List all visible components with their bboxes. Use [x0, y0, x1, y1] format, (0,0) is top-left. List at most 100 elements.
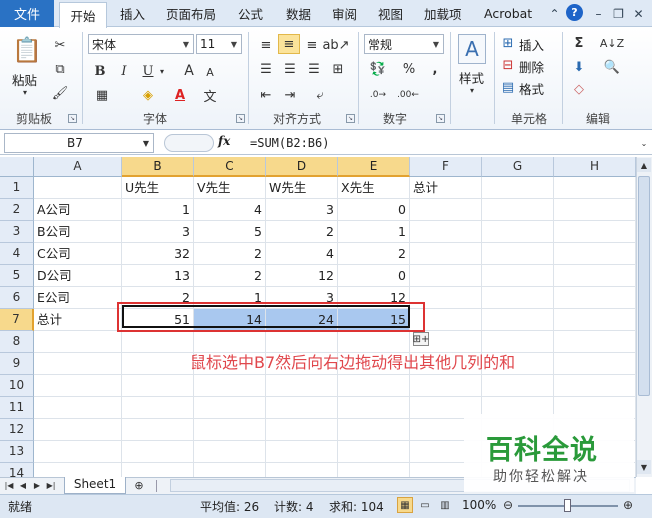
row-header-5[interactable]: 5 — [0, 265, 34, 287]
normal-view-icon[interactable]: ▦ — [397, 497, 413, 513]
font-size-combo[interactable]: 11 ▼ — [196, 34, 242, 54]
cell-d4[interactable]: 4 — [266, 243, 338, 265]
copy-icon[interactable]: ⧉ — [50, 60, 70, 78]
cell-b4[interactable]: 32 — [122, 243, 194, 265]
cell-d12[interactable] — [266, 419, 338, 441]
tab-insert[interactable]: 插入 — [114, 0, 151, 27]
cell-d3[interactable]: 2 — [266, 221, 338, 243]
cell-c10[interactable] — [194, 375, 266, 397]
zoom-out-icon[interactable]: ⊖ — [500, 497, 516, 513]
tab-home[interactable]: 开始 — [59, 2, 107, 28]
next-sheet-icon[interactable]: ▶ — [32, 478, 42, 492]
align-bottom-icon[interactable]: ≡ — [302, 36, 322, 54]
fill-icon[interactable]: ⬇ — [570, 58, 588, 76]
tab-data[interactable]: 数据 — [280, 0, 317, 27]
cell-a7[interactable]: 总计 — [34, 309, 122, 331]
insert-function-button[interactable]: fx — [218, 134, 238, 152]
underline-dropdown-icon[interactable]: ▾ — [157, 62, 167, 80]
paste-icon[interactable]: 📋 — [10, 34, 44, 66]
row-header-6[interactable]: 6 — [0, 287, 34, 309]
cell-a1[interactable] — [34, 177, 122, 199]
grow-font-button[interactable]: A — [180, 62, 198, 80]
cell-h9[interactable] — [554, 353, 636, 375]
cell-b13[interactable] — [122, 441, 194, 463]
number-format-combo[interactable]: 常规 ▼ — [364, 34, 444, 54]
tab-file[interactable]: 文件 — [0, 0, 54, 27]
align-middle-icon[interactable]: ≡ — [278, 34, 300, 54]
row-header-2[interactable]: 2 — [0, 199, 34, 221]
column-header-f[interactable]: F — [410, 157, 482, 177]
clipboard-launcher-icon[interactable]: ↘ — [68, 114, 77, 123]
zoom-in-icon[interactable]: ⊕ — [620, 497, 636, 513]
alignment-launcher-icon[interactable]: ↘ — [346, 114, 355, 123]
cell-f10[interactable] — [410, 375, 482, 397]
autosum-icon[interactable]: Σ — [570, 34, 588, 52]
column-header-e[interactable]: E — [338, 157, 410, 177]
formula-bar-resizer[interactable] — [164, 134, 214, 152]
align-left-icon[interactable]: ☰ — [256, 60, 276, 78]
row-header-4[interactable]: 4 — [0, 243, 34, 265]
column-header-a[interactable]: A — [34, 157, 122, 177]
tab-page-layout[interactable]: 页面布局 — [160, 0, 222, 27]
cell-h4[interactable] — [554, 243, 636, 265]
cell-d1[interactable]: W先生 — [266, 177, 338, 199]
cell-h7[interactable] — [554, 309, 636, 331]
tab-review[interactable]: 审阅 — [326, 0, 363, 27]
cell-g1[interactable] — [482, 177, 554, 199]
cell-a11[interactable] — [34, 397, 122, 419]
column-header-d[interactable]: D — [266, 157, 338, 177]
borders-icon[interactable]: ▦ — [92, 86, 112, 104]
auto-fill-options-icon[interactable]: ⊞+ — [413, 332, 429, 346]
cell-b2[interactable]: 1 — [122, 199, 194, 221]
format-cells-icon[interactable]: ▤ — [500, 79, 516, 95]
cell-h5[interactable] — [554, 265, 636, 287]
row-header-1[interactable]: 1 — [0, 177, 34, 199]
last-sheet-icon[interactable]: ▶| — [46, 478, 56, 492]
cell-e4[interactable]: 2 — [338, 243, 410, 265]
cell-a2[interactable]: A公司 — [34, 199, 122, 221]
row-header-7[interactable]: 7 — [0, 309, 34, 331]
cell-a13[interactable] — [34, 441, 122, 463]
cell-a9[interactable] — [34, 353, 122, 375]
cell-a4[interactable]: C公司 — [34, 243, 122, 265]
paste-dropdown-icon[interactable]: ▾ — [20, 88, 30, 97]
cell-b1[interactable]: U先生 — [122, 177, 194, 199]
delete-cells-button[interactable]: 删除 — [519, 57, 544, 76]
cell-c13[interactable] — [194, 441, 266, 463]
cell-b11[interactable] — [122, 397, 194, 419]
cell-g2[interactable] — [482, 199, 554, 221]
name-box-dropdown-icon[interactable]: ▼ — [140, 136, 152, 150]
cell-a12[interactable] — [34, 419, 122, 441]
cell-b8[interactable] — [122, 331, 194, 353]
tab-view[interactable]: 视图 — [372, 0, 409, 27]
cell-d5[interactable]: 12 — [266, 265, 338, 287]
currency-icon[interactable]: 💱 — [366, 60, 390, 78]
minimize-ribbon-icon[interactable]: ⌃ — [546, 5, 563, 22]
cell-a8[interactable] — [34, 331, 122, 353]
decrease-indent-icon[interactable]: ⇤ — [256, 86, 276, 104]
styles-dropdown-icon[interactable]: ▾ — [467, 86, 477, 95]
tab-split-handle[interactable] — [156, 480, 164, 492]
font-name-combo[interactable]: 宋体 ▼ — [88, 34, 194, 54]
cell-c12[interactable] — [194, 419, 266, 441]
scroll-up-icon[interactable]: ▲ — [637, 158, 651, 172]
cell-b5[interactable]: 13 — [122, 265, 194, 287]
cell-h2[interactable] — [554, 199, 636, 221]
row-header-9[interactable]: 9 — [0, 353, 34, 375]
help-icon[interactable]: ? — [566, 4, 583, 21]
cell-d10[interactable] — [266, 375, 338, 397]
cut-icon[interactable]: ✂ — [50, 36, 70, 54]
cell-g6[interactable] — [482, 287, 554, 309]
tab-formulas[interactable]: 公式 — [232, 0, 269, 27]
cell-g3[interactable] — [482, 221, 554, 243]
scroll-down-icon[interactable]: ▼ — [637, 460, 651, 474]
phonetic-icon[interactable]: 文 — [200, 86, 220, 105]
cell-a10[interactable] — [34, 375, 122, 397]
row-header-8[interactable]: 8 — [0, 331, 34, 353]
cell-b10[interactable] — [122, 375, 194, 397]
bold-button[interactable]: B — [91, 62, 109, 80]
format-painter-icon[interactable]: 🖌 — [50, 84, 70, 102]
first-sheet-icon[interactable]: |◀ — [4, 478, 14, 492]
cell-d2[interactable]: 3 — [266, 199, 338, 221]
styles-icon[interactable]: A — [458, 34, 486, 64]
